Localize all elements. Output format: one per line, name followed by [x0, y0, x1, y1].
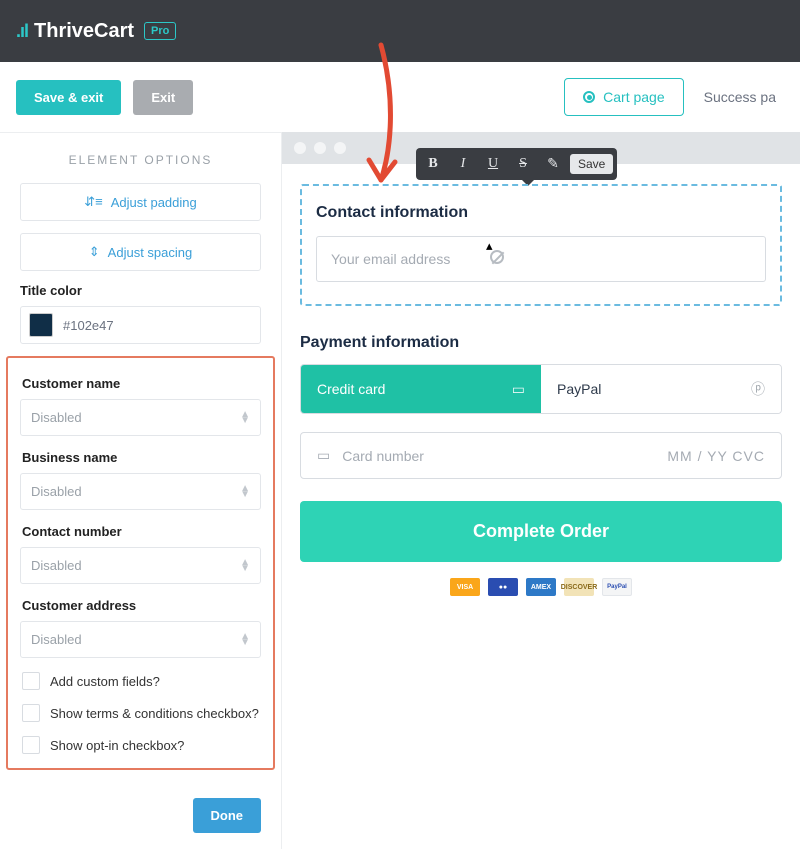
show-optin-checkbox[interactable]: [22, 736, 40, 754]
add-custom-fields-row: Add custom fields?: [22, 672, 259, 690]
sidebar: ELEMENT OPTIONS ⇵≡ Adjust padding ⇕ Adju…: [0, 132, 282, 849]
customer-name-value: Disabled: [31, 410, 82, 425]
title-color-input[interactable]: [63, 318, 252, 333]
bold-button[interactable]: B: [420, 152, 446, 176]
color-swatch[interactable]: [29, 313, 53, 337]
contact-title[interactable]: Contact information: [316, 204, 766, 222]
cursor-forbidden-icon: [490, 250, 504, 264]
customer-address-select[interactable]: Disabled ▲▼: [20, 621, 261, 658]
add-custom-fields-checkbox[interactable]: [22, 672, 40, 690]
tab-credit-card[interactable]: Credit card ▭: [301, 365, 541, 413]
visa-icon: VISA: [450, 578, 480, 596]
editor-toolbar: Save & exit Exit Cart page Success pa: [0, 62, 800, 132]
paypal-icon: ⓟ: [751, 379, 765, 399]
contact-information-block[interactable]: Contact information ▴: [300, 184, 782, 306]
amex-icon: AMEX: [526, 578, 556, 596]
customer-name-select[interactable]: Disabled ▲▼: [20, 399, 261, 436]
tab-cart-page-label: Cart page: [603, 89, 664, 105]
spacing-icon: ⇕: [89, 244, 100, 260]
credit-card-icon: ▭: [512, 381, 525, 398]
contact-number-value: Disabled: [31, 558, 82, 573]
business-name-value: Disabled: [31, 484, 82, 499]
show-optin-row: Show opt-in checkbox?: [22, 736, 259, 754]
card-placeholder: Card number: [342, 448, 424, 464]
customer-name-label: Customer name: [22, 376, 259, 391]
brand-name: ThriveCart: [34, 20, 134, 43]
chevron-updown-icon: ▲▼: [240, 560, 250, 572]
tab-paypal[interactable]: PayPal ⓟ: [541, 365, 781, 413]
customer-address-label: Customer address: [22, 598, 259, 613]
toolbar-save-button[interactable]: Save: [570, 154, 613, 174]
title-color-label: Title color: [20, 283, 261, 298]
show-terms-row: Show terms & conditions checkbox?: [22, 704, 259, 722]
tab-credit-card-label: Credit card: [317, 381, 385, 397]
preview-pane: B I U S ✎ Save Contact information ▴ Pay…: [282, 132, 800, 849]
discover-icon: DISCOVER: [564, 578, 594, 596]
contact-number-label: Contact number: [22, 524, 259, 539]
italic-button[interactable]: I: [450, 152, 476, 176]
preview-body: B I U S ✎ Save Contact information ▴ Pay…: [282, 164, 800, 620]
app-header: .ıl ThriveCart Pro: [0, 0, 800, 62]
exit-button[interactable]: Exit: [133, 80, 193, 115]
card-icon: ▭: [317, 447, 330, 464]
chevron-updown-icon: ▲▼: [240, 412, 250, 424]
text-format-toolbar: B I U S ✎ Save: [416, 148, 617, 180]
sidebar-title: ELEMENT OPTIONS: [0, 132, 281, 183]
business-name-label: Business name: [22, 450, 259, 465]
sliders-icon: ⇵≡: [84, 194, 102, 210]
paypal-brand-icon: PayPal: [602, 578, 632, 596]
underline-button[interactable]: U: [480, 152, 506, 176]
traffic-dot-icon: [314, 142, 326, 154]
payment-brand-row: VISA ●● AMEX DISCOVER PayPal: [300, 578, 782, 596]
radio-selected-icon: [583, 91, 595, 103]
email-input[interactable]: [316, 236, 766, 282]
customer-address-value: Disabled: [31, 632, 82, 647]
adjust-spacing-button[interactable]: ⇕ Adjust spacing: [20, 233, 261, 271]
brand-name-text: ThriveCart: [34, 20, 134, 42]
tab-cart-page[interactable]: Cart page: [564, 78, 683, 116]
done-button[interactable]: Done: [193, 798, 262, 833]
tab-paypal-label: PayPal: [557, 381, 601, 397]
brand: .ıl ThriveCart Pro: [16, 20, 176, 43]
show-terms-label: Show terms & conditions checkbox?: [50, 706, 259, 721]
adjust-padding-button[interactable]: ⇵≡ Adjust padding: [20, 183, 261, 221]
traffic-dot-icon: [294, 142, 306, 154]
save-and-exit-button[interactable]: Save & exit: [16, 80, 121, 115]
main: ELEMENT OPTIONS ⇵≡ Adjust padding ⇕ Adju…: [0, 132, 800, 849]
complete-order-button[interactable]: Complete Order: [300, 501, 782, 562]
payment-tabs: Credit card ▭ PayPal ⓟ: [300, 364, 782, 414]
title-color-field[interactable]: [20, 306, 261, 344]
adjust-spacing-label: Adjust spacing: [108, 245, 193, 260]
strike-button[interactable]: S: [510, 152, 536, 176]
contact-number-select[interactable]: Disabled ▲▼: [20, 547, 261, 584]
chevron-updown-icon: ▲▼: [240, 634, 250, 646]
field-options-group: Customer name Disabled ▲▼ Business name …: [6, 356, 275, 770]
color-picker-button[interactable]: ✎: [540, 152, 566, 176]
traffic-dot-icon: [334, 142, 346, 154]
business-name-select[interactable]: Disabled ▲▼: [20, 473, 261, 510]
add-custom-fields-label: Add custom fields?: [50, 674, 160, 689]
payment-title: Payment information: [300, 334, 782, 352]
pro-badge: Pro: [144, 22, 176, 40]
adjust-padding-label: Adjust padding: [111, 195, 197, 210]
card-expiry-cvc: MM / YY CVC: [667, 448, 765, 464]
show-optin-label: Show opt-in checkbox?: [50, 738, 184, 753]
tab-success-page[interactable]: Success pa: [696, 79, 784, 115]
chevron-updown-icon: ▲▼: [240, 486, 250, 498]
brand-mark-icon: .ıl: [16, 21, 28, 42]
card-number-field[interactable]: ▭ Card number MM / YY CVC: [300, 432, 782, 479]
mastercard-icon: ●●: [488, 578, 518, 596]
show-terms-checkbox[interactable]: [22, 704, 40, 722]
